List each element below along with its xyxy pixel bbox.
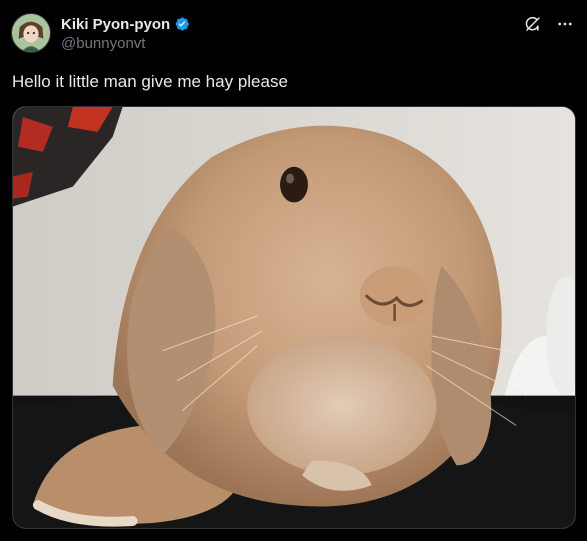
grok-icon[interactable] [523,14,543,34]
avatar-image [12,14,50,52]
avatar[interactable] [11,13,51,53]
tweet-media-photo[interactable] [12,106,576,529]
tweet-text: Hello it little man give me hay please [12,72,288,91]
more-icon[interactable] [555,14,575,34]
author-handle[interactable]: @bunnyonvt [61,35,145,52]
verified-badge-icon [174,16,190,32]
author-display-name[interactable]: Kiki Pyon-pyon [61,16,170,33]
bunny-photo [13,107,575,528]
tweet: Kiki Pyon-pyon @bunnyonvt Hello it littl [0,0,587,541]
tweet-top-actions [523,14,575,34]
author-name-row: Kiki Pyon-pyon [61,14,190,34]
